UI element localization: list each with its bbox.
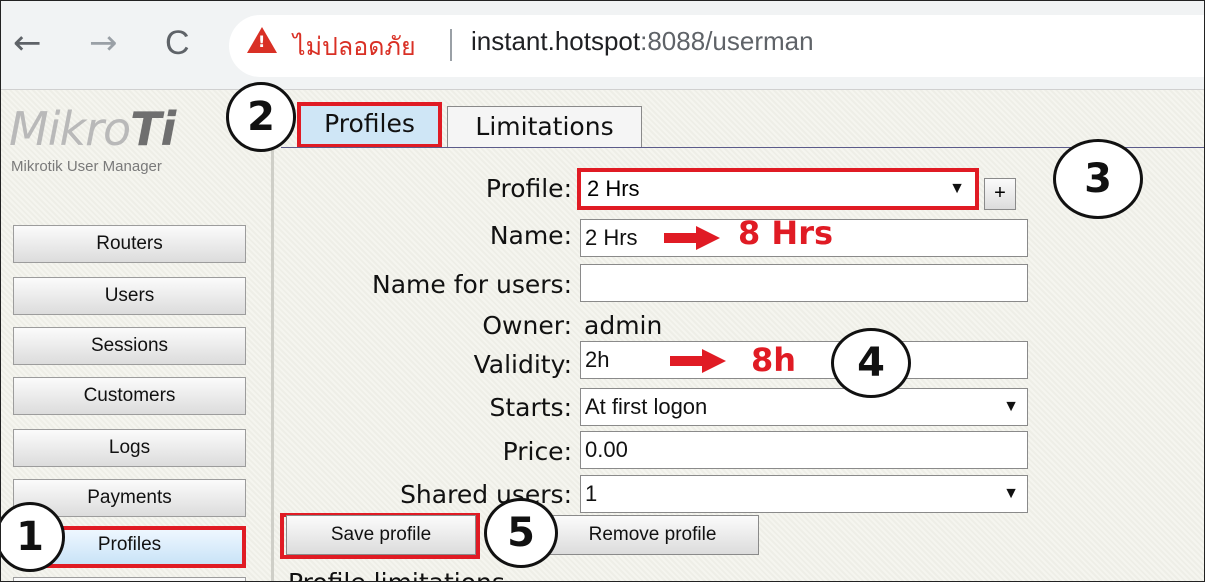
chevron-down-icon: ▼ [1003, 398, 1019, 415]
tab-profiles[interactable]: Profiles [297, 102, 442, 148]
tab-limitations[interactable]: Limitations [447, 106, 642, 148]
step-marker-4: 4 [831, 328, 911, 398]
not-secure-label[interactable]: ไม่ปลอดภัย [293, 27, 416, 67]
profile-select[interactable]: 2 Hrs ▼ [577, 168, 979, 210]
name-for-users-field[interactable] [580, 264, 1028, 302]
chevron-down-icon: ▼ [1003, 485, 1019, 502]
url-host: instant.hotspot [471, 26, 641, 56]
shared-users-select[interactable]: 1 ▼ [580, 475, 1028, 513]
remove-profile-button[interactable]: Remove profile [546, 515, 759, 555]
profile-limitations-heading: Profile limitations [288, 568, 505, 581]
sidebar-item-customers[interactable]: Customers [13, 377, 246, 415]
reload-icon[interactable]: C [165, 23, 190, 63]
sidebar-item-sessions[interactable]: Sessions [13, 327, 246, 365]
back-arrow-icon[interactable]: ← [13, 23, 42, 63]
validity-value: 2h [585, 347, 610, 372]
validity-annotation: 8h [751, 341, 797, 379]
mikrotik-logo: MikroTi [9, 102, 176, 156]
validity-label: Validity: [473, 350, 572, 379]
price-field[interactable]: 0.00 [580, 431, 1028, 469]
starts-label: Starts: [489, 393, 572, 422]
profile-label: Profile: [485, 174, 572, 203]
name-value: 2 Hrs [585, 225, 638, 250]
price-value: 0.00 [585, 437, 628, 462]
owner-value: admin [584, 311, 663, 340]
url-text[interactable]: instant.hotspot:8088/userman [471, 26, 814, 57]
shared-users-label: Shared users: [400, 480, 572, 509]
browser-toolbar: ← → C ! ไม่ปลอดภัย instant.hotspot:8088/… [1, 1, 1204, 90]
step-marker-2: 2 [226, 82, 296, 152]
name-for-users-label: Name for users: [372, 270, 572, 299]
name-annotation: 8 Hrs [738, 214, 834, 252]
user-manager-page: MikroTi Mikrotik User Manager Routers Us… [1, 82, 1204, 581]
price-label: Price: [502, 437, 572, 466]
shared-users-value: 1 [585, 481, 598, 506]
owner-label: Owner: [482, 311, 572, 340]
tab-underline [281, 147, 1204, 148]
sidebar-item-logs[interactable]: Logs [13, 429, 246, 467]
add-profile-button[interactable]: + [984, 178, 1016, 210]
forward-arrow-icon[interactable]: → [89, 23, 118, 63]
url-path: :8088/userman [640, 26, 814, 56]
arrow-right-icon [670, 349, 726, 373]
starts-value: At first logon [585, 394, 708, 419]
validity-field[interactable]: 2h [580, 341, 1028, 379]
logo-bold-text: Ti [130, 102, 176, 156]
save-profile-button[interactable]: Save profile [286, 515, 476, 555]
starts-select[interactable]: At first logon ▼ [580, 388, 1028, 426]
logo-light-text: Mikro [9, 102, 131, 156]
chevron-down-icon: ▼ [949, 180, 965, 197]
name-label: Name: [489, 221, 572, 250]
sidebar-item-next[interactable] [13, 577, 246, 581]
warning-exclamation-icon: ! [258, 32, 266, 51]
logo-subtitle: Mikrotik User Manager [11, 158, 162, 175]
sidebar-item-routers[interactable]: Routers [13, 225, 246, 263]
profile-select-value: 2 Hrs [587, 176, 640, 201]
sidebar-item-users[interactable]: Users [13, 277, 246, 315]
screenshot-frame: ← → C ! ไม่ปลอดภัย instant.hotspot:8088/… [0, 0, 1205, 582]
step-marker-5: 5 [484, 498, 558, 568]
address-divider [450, 29, 452, 61]
step-marker-3: 3 [1053, 139, 1143, 219]
arrow-right-icon [664, 226, 720, 250]
